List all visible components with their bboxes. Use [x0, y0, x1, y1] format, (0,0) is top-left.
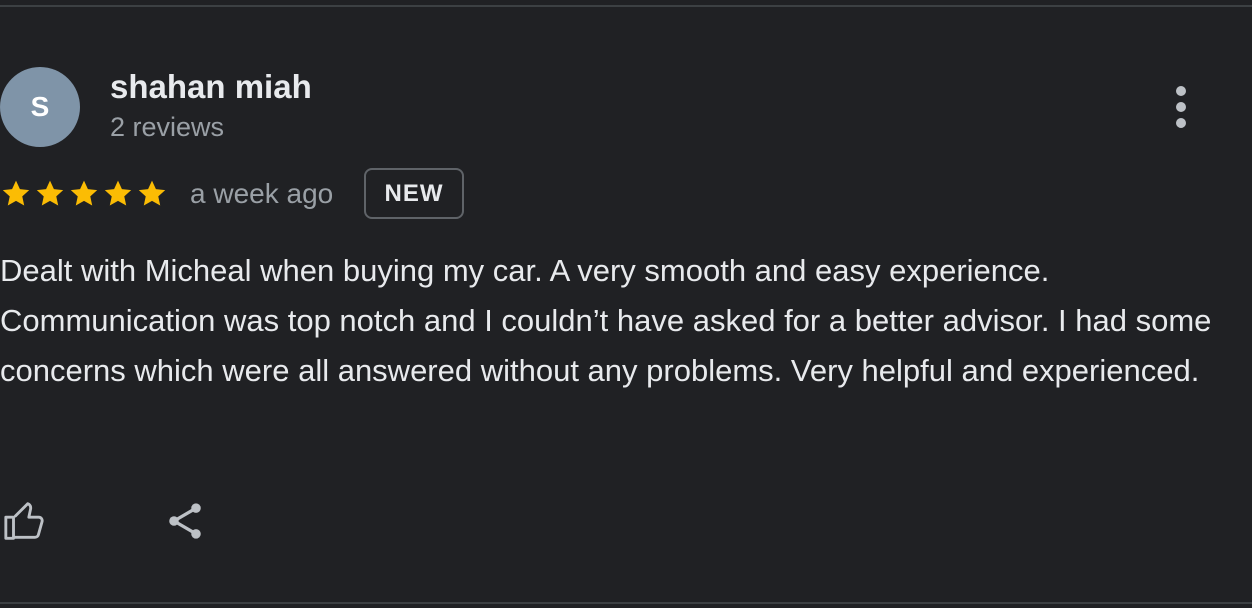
bottom-divider: [0, 602, 1252, 604]
top-divider: [0, 5, 1252, 7]
star-icon: [2, 180, 30, 206]
star-icon: [138, 180, 166, 206]
star-icon: [104, 180, 132, 206]
review-text: Dealt with Micheal when buying my car. A…: [0, 253, 1212, 388]
more-vert-icon: [1176, 86, 1186, 96]
thumb-up-icon: [4, 502, 44, 540]
like-button[interactable]: [0, 496, 50, 546]
more-vert-icon-dot: [1176, 118, 1186, 128]
avatar[interactable]: S: [0, 67, 80, 147]
star-icon: [70, 180, 98, 206]
star-rating: [0, 178, 168, 210]
share-button[interactable]: [160, 496, 210, 546]
more-options-button[interactable]: [1160, 82, 1202, 132]
reviewer-name[interactable]: shahan miah: [110, 68, 312, 106]
star-icon: [36, 180, 64, 206]
review-date: a week ago: [190, 178, 334, 209]
share-icon: [169, 503, 201, 539]
review-count: 2 reviews: [110, 112, 225, 142]
more-vert-icon-dot: [1176, 102, 1186, 112]
new-badge: NEW: [364, 168, 464, 219]
